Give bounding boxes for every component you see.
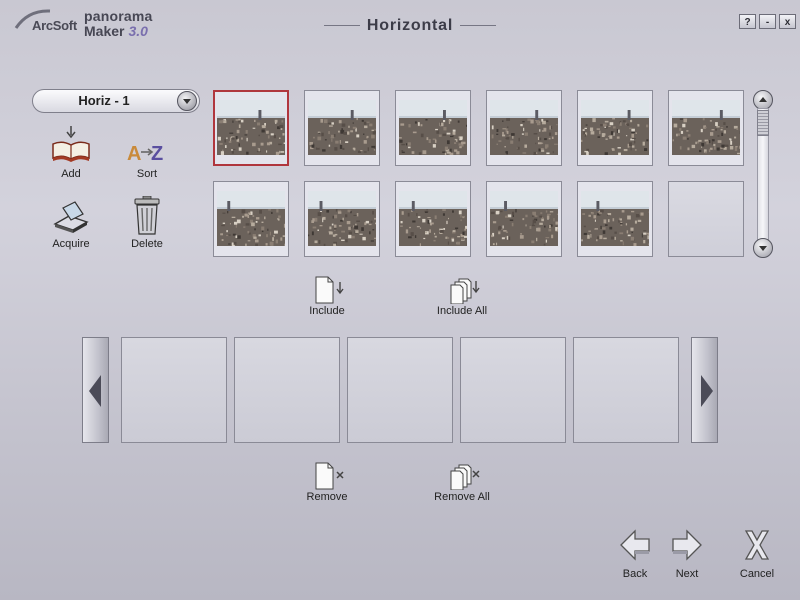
thumbnail-item[interactable] <box>213 90 289 166</box>
thumbnail-image <box>581 191 649 246</box>
thumbnail-image <box>308 100 376 155</box>
thumbnail-image <box>490 191 558 246</box>
add-button[interactable]: Add <box>36 126 106 192</box>
app-logo: ArcSoft panorama Maker 3.0 <box>14 6 184 40</box>
panorama-photo <box>308 100 376 155</box>
page-title: Horizontal <box>366 17 454 34</box>
include-all-button[interactable]: Include All <box>417 276 507 320</box>
scroll-thumb[interactable] <box>757 110 769 136</box>
brand-name: ArcSoft <box>32 18 77 33</box>
thumbnail-item[interactable] <box>213 181 289 257</box>
thumbnail-scrollbar[interactable] <box>752 90 774 258</box>
scroll-up-icon[interactable] <box>753 90 773 110</box>
thumbnail-image <box>672 100 740 155</box>
product-name-line2: Maker 3.0 <box>84 23 148 39</box>
stitch-slot[interactable] <box>234 337 340 443</box>
panorama-photo <box>217 100 285 155</box>
acquire-label: Acquire <box>52 238 90 250</box>
thumbnail-item[interactable] <box>486 181 562 257</box>
title-rule-right <box>460 25 496 26</box>
thumbnail-image <box>399 191 467 246</box>
include-label: Include <box>309 305 345 317</box>
cancel-label: Cancel <box>739 568 775 580</box>
thumbnail-image <box>490 100 558 155</box>
thumbnail-item[interactable] <box>486 90 562 166</box>
svg-text:Z: Z <box>151 143 163 165</box>
thumbnail-empty <box>668 181 744 257</box>
a-to-z-icon: A Z <box>127 143 163 165</box>
add-label: Add <box>61 168 81 180</box>
stitch-slot[interactable] <box>460 337 566 443</box>
panorama-photo <box>581 191 649 246</box>
project-dropdown-value: Horiz - 1 <box>78 93 130 108</box>
thumbnail-item[interactable] <box>304 181 380 257</box>
help-button[interactable]: ? <box>739 14 756 29</box>
include-button[interactable]: Include <box>282 276 372 320</box>
scroll-down-icon[interactable] <box>753 238 773 258</box>
minimize-button[interactable]: - <box>759 14 776 29</box>
left-arrow-icon <box>620 529 650 561</box>
sort-label: Sort <box>136 168 158 180</box>
documents-down-arrow-icon <box>450 278 480 304</box>
panorama-photo <box>581 100 649 155</box>
acquire-button[interactable]: Acquire <box>36 196 106 262</box>
x-icon <box>744 530 770 560</box>
close-window-button[interactable]: x <box>779 14 796 29</box>
product-name-line1: panorama <box>84 8 153 24</box>
thumbnail-image <box>581 100 649 155</box>
thumbnail-item[interactable] <box>395 90 471 166</box>
strip-left-arrow-icon[interactable] <box>82 337 109 443</box>
product-version: 3.0 <box>128 23 148 39</box>
title-bar: Horizontal <box>300 14 520 38</box>
thumbnail-image <box>399 100 467 155</box>
panorama-photo <box>399 100 467 155</box>
stitch-slot[interactable] <box>121 337 227 443</box>
stitch-slot[interactable] <box>573 337 679 443</box>
right-arrow-icon <box>672 529 702 561</box>
scanner-icon <box>53 201 89 233</box>
thumbnail-image <box>308 191 376 246</box>
thumbnail-image <box>217 191 285 246</box>
panorama-photo <box>217 191 285 246</box>
thumbnail-item[interactable] <box>577 181 653 257</box>
documents-x-icon <box>450 464 480 490</box>
thumbnail-image <box>217 100 285 155</box>
delete-button[interactable]: Delete <box>112 196 182 262</box>
panorama-photo <box>490 100 558 155</box>
panorama-photo <box>672 100 740 155</box>
remove-all-button[interactable]: Remove All <box>417 462 507 506</box>
panorama-photo <box>308 191 376 246</box>
next-button[interactable]: Next <box>661 528 713 584</box>
next-label: Next <box>675 568 699 580</box>
panorama-photo <box>490 191 558 246</box>
svg-text:A: A <box>127 143 141 165</box>
thumbnail-item[interactable] <box>577 90 653 166</box>
remove-button[interactable]: Remove <box>282 462 372 506</box>
remove-all-label: Remove All <box>434 491 490 503</box>
trash-can-icon <box>134 196 160 235</box>
thumbnail-item[interactable] <box>395 181 471 257</box>
open-book-icon <box>52 126 90 162</box>
thumbnail-item[interactable] <box>304 90 380 166</box>
document-x-icon <box>315 462 344 490</box>
back-button[interactable]: Back <box>609 528 661 584</box>
stitch-slot[interactable] <box>347 337 453 443</box>
include-all-label: Include All <box>436 305 488 317</box>
remove-label: Remove <box>306 491 348 503</box>
chevron-down-icon[interactable] <box>177 91 197 111</box>
title-rule-left <box>324 25 360 26</box>
delete-label: Delete <box>131 238 163 250</box>
panorama-photo <box>399 191 467 246</box>
project-dropdown[interactable]: Horiz - 1 <box>32 89 200 113</box>
sort-button[interactable]: A Z Sort <box>112 126 182 192</box>
cancel-button[interactable]: Cancel <box>731 528 783 584</box>
back-label: Back <box>622 568 648 580</box>
product-name-maker: Maker <box>84 23 125 39</box>
thumbnail-item[interactable] <box>668 90 744 166</box>
strip-right-arrow-icon[interactable] <box>691 337 718 443</box>
document-down-arrow-icon <box>315 276 344 304</box>
